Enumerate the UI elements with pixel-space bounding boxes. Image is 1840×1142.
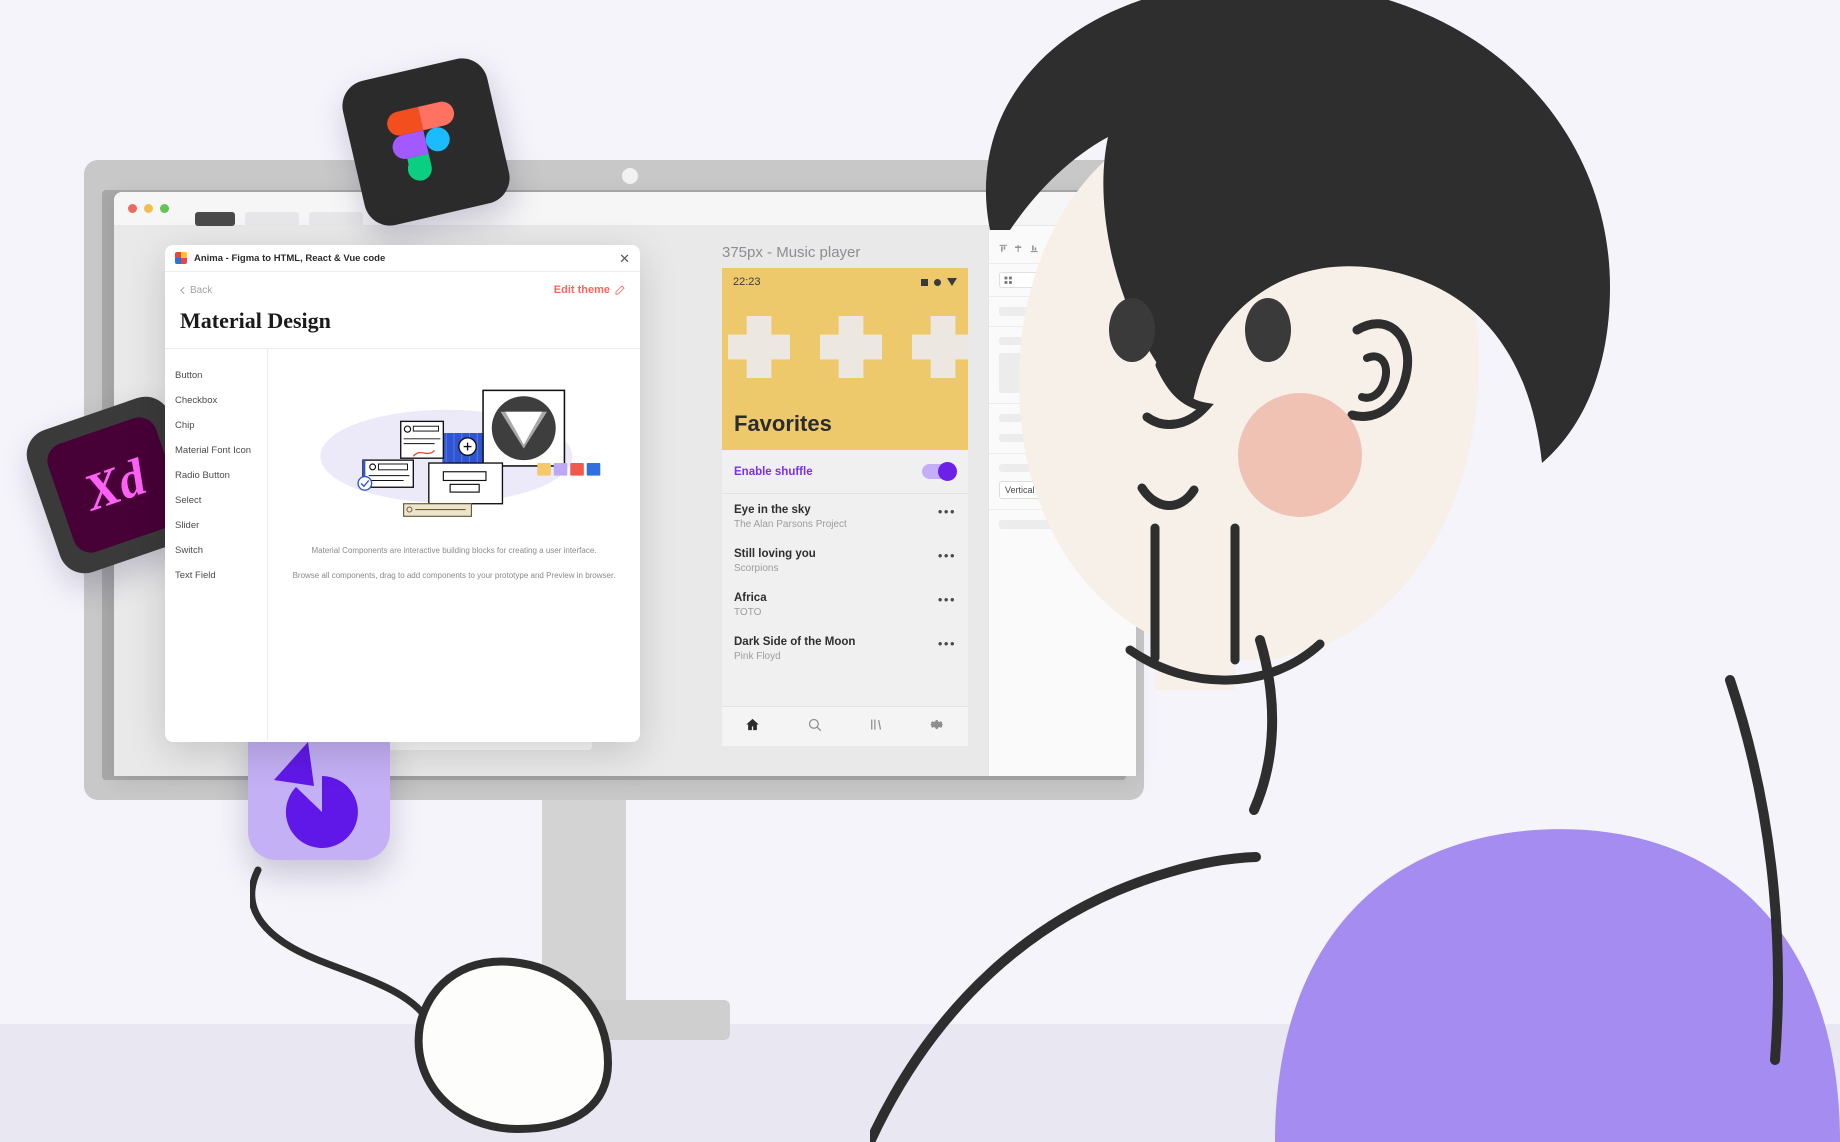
chevron-left-icon — [180, 286, 185, 294]
description-paragraph-2: Browse all components, drag to add compo… — [292, 571, 616, 581]
modal-title-text: Anima - Figma to HTML, React & Vue code — [194, 252, 386, 264]
maximize-window-dot[interactable] — [160, 204, 169, 213]
sidebar-item-chip[interactable]: Chip — [175, 413, 267, 438]
home-icon[interactable] — [745, 717, 760, 737]
edit-theme-button[interactable]: Edit theme — [554, 284, 625, 296]
sidebar-item-material-font-icon[interactable]: Material Font Icon — [175, 438, 267, 463]
sidebar-item-radio-button[interactable]: Radio Button — [175, 463, 267, 488]
sidebar-item-select[interactable]: Select — [175, 488, 267, 513]
browser-tab-2[interactable] — [245, 211, 299, 226]
sidebar-item-checkbox[interactable]: Checkbox — [175, 388, 267, 413]
pencil-icon — [615, 285, 625, 295]
window-controls[interactable] — [128, 204, 169, 213]
shuffle-label: Enable shuffle — [734, 465, 813, 478]
component-sidebar[interactable]: Button Checkbox Chip Material Font Icon … — [165, 349, 268, 740]
monitor-camera-icon — [622, 168, 638, 184]
modal-header: Back Edit theme Material Design — [165, 272, 640, 334]
browser-tab-active[interactable] — [195, 211, 235, 234]
material-components-illustration — [286, 371, 622, 526]
anima-modal[interactable]: Anima - Figma to HTML, React & Vue code … — [165, 245, 640, 742]
close-icon[interactable]: ✕ — [619, 252, 630, 265]
browser-tabs[interactable] — [195, 192, 363, 234]
minimize-window-dot[interactable] — [144, 204, 153, 213]
browser-tab-3[interactable] — [309, 211, 363, 226]
modal-titlebar: Anima - Figma to HTML, React & Vue code … — [165, 245, 640, 272]
playlist-title: Favorites — [734, 411, 832, 436]
anima-logo-icon — [175, 252, 187, 264]
xd-label: Xd — [77, 448, 153, 522]
edit-theme-label: Edit theme — [553, 284, 610, 296]
modal-main: Button Checkbox Chip Material Font Icon … — [165, 348, 640, 740]
sidebar-item-slider[interactable]: Slider — [175, 513, 267, 538]
close-window-dot[interactable] — [128, 204, 137, 213]
description-paragraph-1: Material Components are interactive buil… — [311, 546, 597, 555]
modal-description: Material Components are interactive buil… — [286, 544, 622, 582]
screenshot-root: songs — [0, 0, 1840, 1142]
flower-shape — [728, 316, 790, 378]
character-illustration — [870, 0, 1840, 1142]
status-time: 22:23 — [733, 276, 761, 288]
sidebar-item-switch[interactable]: Switch — [175, 538, 267, 563]
sidebar-item-text-field[interactable]: Text Field — [175, 563, 267, 588]
back-button[interactable]: Back — [180, 285, 212, 296]
back-label: Back — [190, 284, 213, 296]
page-title: Material Design — [180, 308, 331, 333]
modal-content: Material Components are interactive buil… — [268, 349, 640, 740]
search-icon[interactable] — [807, 717, 822, 737]
sidebar-item-button[interactable]: Button — [175, 363, 267, 388]
mouse-and-cable — [250, 866, 613, 1134]
